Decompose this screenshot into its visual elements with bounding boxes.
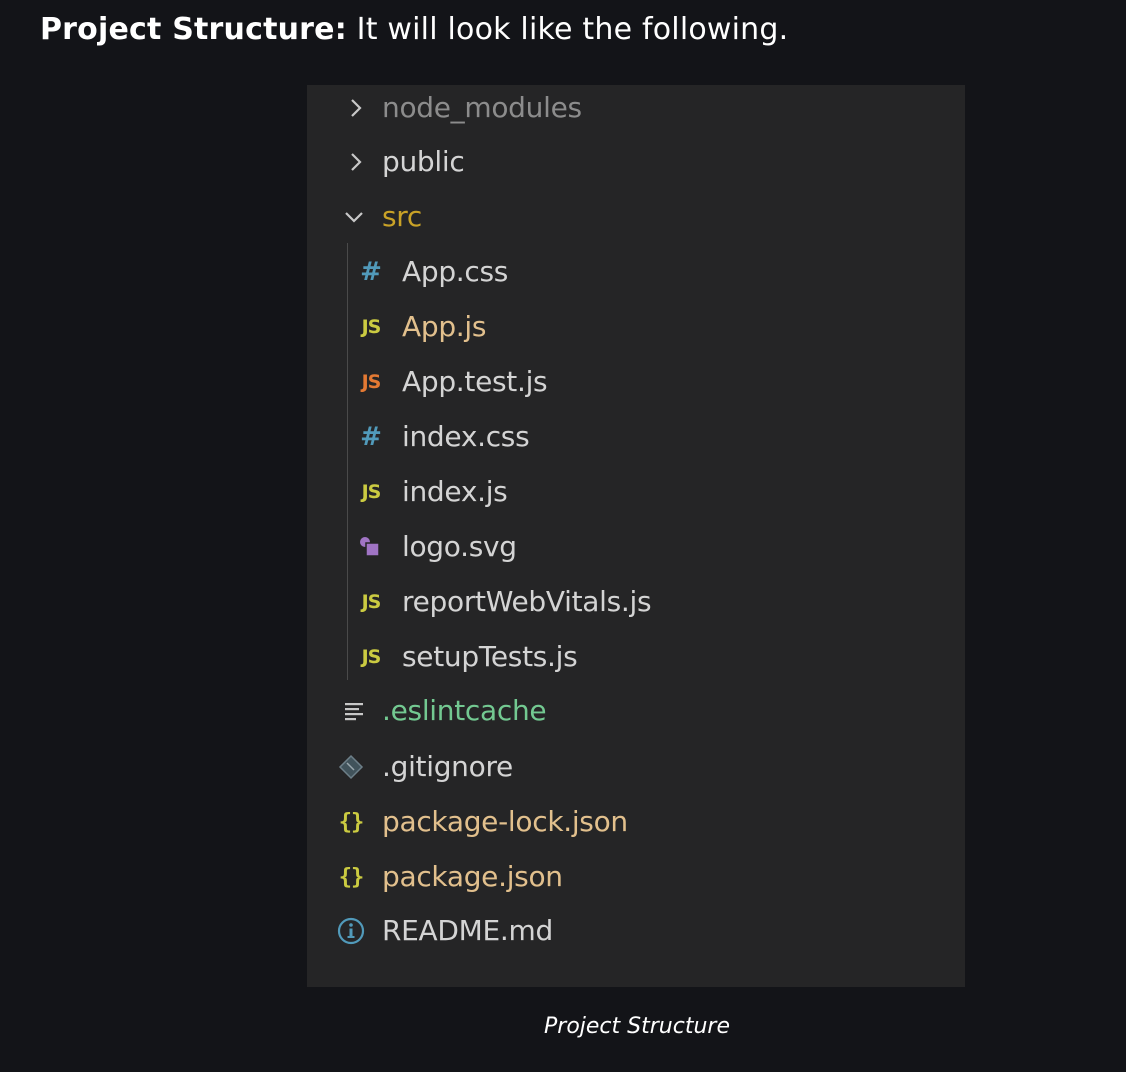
tree-item-label: App.test.js bbox=[402, 365, 548, 398]
tree-item-label: App.css bbox=[402, 255, 509, 288]
tree-item-node-modules[interactable]: node_modules bbox=[0, 88, 1126, 128]
css-hash-icon: # bbox=[360, 257, 382, 287]
tree-item-index-css[interactable]: # index.css bbox=[0, 417, 1126, 457]
tree-item-label: public bbox=[382, 145, 465, 178]
tree-item-label: README.md bbox=[382, 914, 553, 947]
git-diamond-icon bbox=[333, 747, 369, 787]
chevron-right-icon bbox=[338, 142, 374, 182]
tree-item-app-js[interactable]: JS App.js bbox=[0, 307, 1126, 347]
tree-item-logo-svg[interactable]: logo.svg bbox=[0, 527, 1126, 567]
tree-item-public[interactable]: public bbox=[0, 142, 1126, 182]
javascript-icon: JS bbox=[361, 316, 382, 338]
intro-heading: Project Structure: It will look like the… bbox=[40, 8, 788, 52]
tree-item-label: .gitignore bbox=[382, 750, 513, 783]
tree-item-label: node_modules bbox=[382, 91, 582, 124]
tree-item-label: App.js bbox=[402, 310, 487, 343]
chevron-right-icon bbox=[338, 88, 374, 128]
tree-item-label: .eslintcache bbox=[382, 694, 547, 727]
css-hash-icon: # bbox=[360, 422, 382, 452]
javascript-icon: JS bbox=[361, 591, 382, 613]
tree-item-label: logo.svg bbox=[402, 530, 517, 563]
tree-item-label: setupTests.js bbox=[402, 640, 578, 673]
tree-item-readme-md[interactable]: README.md bbox=[0, 911, 1126, 951]
tree-item-app-css[interactable]: # App.css bbox=[0, 252, 1126, 292]
chevron-down-icon bbox=[336, 197, 372, 237]
tree-item-label: src bbox=[382, 200, 422, 233]
tree-item-setup-tests-js[interactable]: JS setupTests.js bbox=[0, 637, 1126, 677]
tree-item-package-lock-json[interactable]: {} package-lock.json bbox=[0, 802, 1126, 842]
javascript-icon: JS bbox=[361, 481, 382, 503]
javascript-icon: JS bbox=[361, 646, 382, 668]
image-caption: Project Structure bbox=[544, 1014, 730, 1039]
json-braces-icon: {} bbox=[338, 864, 365, 890]
heading-text: It will look like the following. bbox=[346, 12, 789, 47]
info-circle-icon bbox=[333, 911, 369, 951]
tree-item-label: index.css bbox=[402, 420, 530, 453]
tree-item-label: index.js bbox=[402, 475, 508, 508]
tree-item-label: reportWebVitals.js bbox=[402, 585, 652, 618]
json-braces-icon: {} bbox=[338, 809, 365, 835]
javascript-test-icon: JS bbox=[361, 371, 382, 393]
tree-item-package-json[interactable]: {} package.json bbox=[0, 857, 1126, 897]
tree-item-label: package-lock.json bbox=[382, 805, 628, 838]
tree-item-src[interactable]: src bbox=[0, 197, 1126, 237]
tree-item-app-test-js[interactable]: JS App.test.js bbox=[0, 362, 1126, 402]
tree-item-gitignore[interactable]: .gitignore bbox=[0, 747, 1126, 787]
tree-item-eslintcache[interactable]: .eslintcache bbox=[0, 691, 1126, 731]
text-lines-icon bbox=[336, 691, 372, 731]
tree-item-index-js[interactable]: JS index.js bbox=[0, 472, 1126, 512]
tree-item-report-web-vitals-js[interactable]: JS reportWebVitals.js bbox=[0, 582, 1126, 622]
svg-image-icon bbox=[353, 527, 389, 567]
heading-bold-label: Project Structure: bbox=[40, 12, 347, 47]
tree-item-label: package.json bbox=[382, 860, 563, 893]
